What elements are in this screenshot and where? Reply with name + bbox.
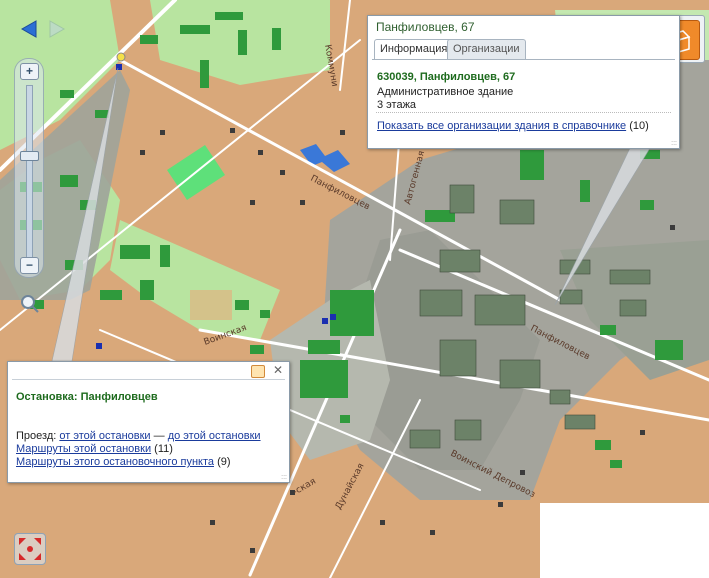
building-info-popup: Панфиловцев, 67 Информация Организации 6…: [367, 15, 680, 149]
orgs-count: (10): [629, 120, 649, 132]
routes-stop-count: (11): [154, 443, 173, 455]
zoom-in-button[interactable]: +: [20, 63, 39, 80]
magnifier-icon: [21, 295, 39, 313]
zoom-slider-thumb[interactable]: [20, 151, 39, 161]
resize-grip[interactable]: :::: [671, 140, 677, 147]
route-label: Проезд:: [16, 430, 57, 442]
tab-divider: [372, 59, 675, 60]
stop-title: Остановка: Панфиловцев: [16, 391, 158, 403]
pan-forward-button[interactable]: [46, 18, 68, 40]
to-stop-link[interactable]: до этой остановки: [168, 430, 261, 442]
arrow-left-icon: [20, 20, 37, 38]
from-stop-link[interactable]: от этой остановки: [59, 430, 150, 442]
zoom-out-button[interactable]: −: [20, 257, 39, 274]
fullscreen-button[interactable]: [14, 533, 46, 565]
magnifier-button[interactable]: [18, 292, 40, 314]
building-address: 630039, Панфиловцев, 67: [377, 71, 516, 83]
pin-button[interactable]: [251, 365, 265, 378]
pan-back-button[interactable]: [18, 18, 40, 40]
tab-organizations[interactable]: Организации: [447, 39, 526, 59]
routes-point-count: (9): [217, 456, 231, 468]
tab-info[interactable]: Информация: [374, 39, 454, 60]
close-button[interactable]: ✕: [273, 363, 283, 377]
zoom-control: + −: [14, 58, 44, 278]
bus-stop-popup: ✕ Остановка: Панфиловцев Проезд: от этой…: [7, 361, 290, 483]
arrow-right-icon: [49, 20, 66, 38]
popup-title: Панфиловцев, 67: [376, 20, 475, 34]
building-floors: 3 этажа: [377, 99, 417, 111]
routes-stop-link[interactable]: Маршруты этой остановки: [16, 443, 151, 455]
building-type: Административное здание: [377, 86, 514, 98]
routes-point-link[interactable]: Маршруты этого остановочного пункта: [16, 456, 214, 468]
header-divider: [12, 379, 285, 380]
zoom-slider-track[interactable]: [26, 85, 33, 259]
orgs-row: Показать все организации здания в справо…: [377, 120, 649, 132]
expand-arrows-icon: [19, 538, 41, 560]
route-row: Проезд: от этой остановки — до этой оста…: [16, 430, 261, 442]
routes-point-row: Маршруты этого остановочного пункта (9): [16, 456, 231, 468]
divider: [376, 112, 671, 113]
show-orgs-link[interactable]: Показать все организации здания в справо…: [377, 120, 626, 132]
dash: —: [153, 430, 165, 442]
resize-grip[interactable]: :::: [281, 474, 287, 481]
routes-stop-row: Маршруты этой остановки (11): [16, 443, 173, 455]
